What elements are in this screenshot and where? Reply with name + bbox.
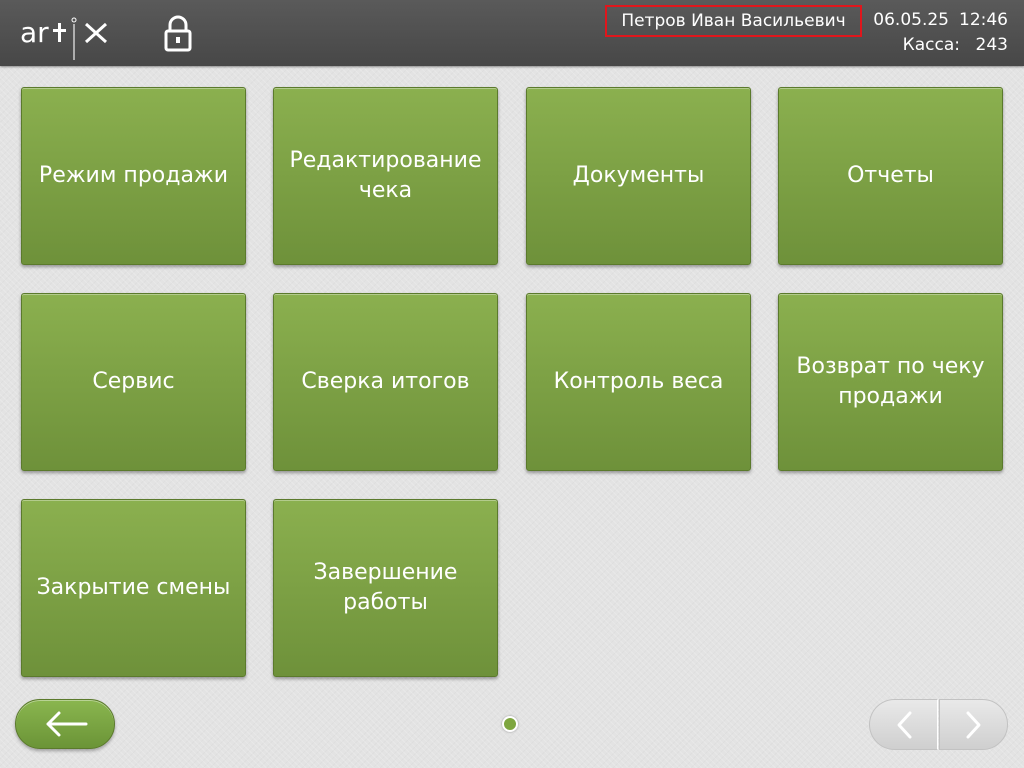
chevron-left-icon: [897, 711, 911, 738]
previous-page-button[interactable]: [869, 699, 938, 750]
menu-tile-label: Возврат по чеку продажи: [796, 354, 985, 409]
back-button[interactable]: [15, 699, 115, 749]
register-number: 243: [975, 35, 1008, 55]
menu-tile-label: Режим продажи: [38, 163, 229, 188]
menu-tile-label: Закрытие смены: [36, 575, 231, 600]
next-page-button[interactable]: [939, 699, 1008, 750]
current-date: 06.05.25: [873, 10, 949, 30]
chevron-right-icon: [966, 711, 980, 738]
page-navigation: [869, 699, 1008, 750]
arrow-left-icon: [46, 711, 88, 737]
menu-tile-label: Завершение работы: [313, 560, 458, 615]
cashier-name: Петров Иван Васильевич: [605, 5, 862, 37]
menu-tile-label: Документы: [572, 163, 705, 188]
artix-logo: ar: [20, 16, 108, 60]
menu-tile-reconciliation[interactable]: Сверка итогов: [273, 293, 498, 471]
page-indicator-dot: [502, 716, 518, 732]
menu-tile-reports[interactable]: Отчеты: [778, 87, 1003, 265]
menu-tile-documents[interactable]: Документы: [526, 87, 751, 265]
menu-tile-service[interactable]: Сервис: [21, 293, 246, 471]
svg-text:ar: ar: [20, 16, 49, 49]
menu-tile-edit-receipt[interactable]: Редактирование чека: [273, 87, 498, 265]
menu-tile-sales-return[interactable]: Возврат по чеку продажи: [778, 293, 1003, 471]
menu-tile-label: Сверка итогов: [301, 369, 470, 394]
menu-tile-shutdown[interactable]: Завершение работы: [273, 499, 498, 677]
menu-tile-label: Редактирование чека: [289, 148, 482, 203]
current-time: 12:46: [959, 10, 1008, 30]
menu-tile-sales-mode[interactable]: Режим продажи: [21, 87, 246, 265]
menu-tile-label: Отчеты: [847, 163, 934, 188]
lock-icon[interactable]: [160, 14, 196, 52]
register-label: Касса:: [902, 35, 960, 55]
menu-tile-label: Контроль веса: [553, 369, 724, 394]
menu-tile-weight-control[interactable]: Контроль веса: [526, 293, 751, 471]
menu-tile-label: Сервис: [92, 369, 175, 394]
top-bar: ar Петров Иван Васильевич 06.05.25 12:46…: [0, 0, 1024, 66]
menu-tile-close-shift[interactable]: Закрытие смены: [21, 499, 246, 677]
